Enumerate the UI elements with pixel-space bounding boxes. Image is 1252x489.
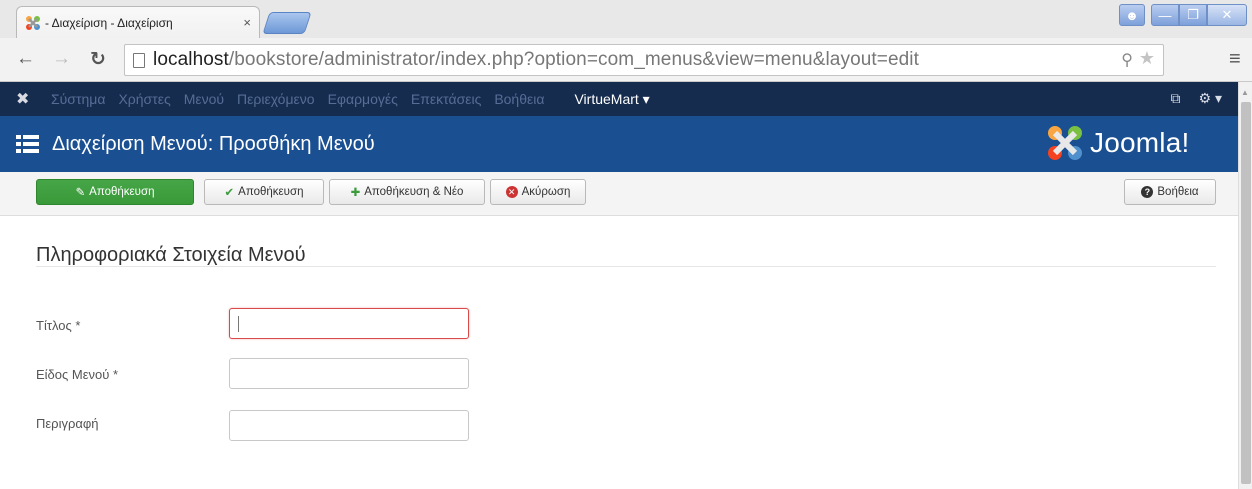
edit-icon: ✎ xyxy=(75,187,86,199)
new-tab-button[interactable] xyxy=(262,12,312,34)
description-input[interactable] xyxy=(229,410,469,441)
external-link-icon[interactable]: ⧉ xyxy=(1171,90,1181,107)
page-scrollbar[interactable]: ▲ xyxy=(1238,82,1252,489)
forward-arrow-icon[interactable]: → xyxy=(52,48,71,70)
title-input[interactable] xyxy=(229,308,469,339)
save-primary-button[interactable]: ✎ Αποθήκευση xyxy=(36,179,194,205)
page-icon xyxy=(133,52,145,68)
url-input[interactable]: localhost/bookstore/administrator/index.… xyxy=(124,44,1164,76)
question-circle-icon: ? xyxy=(1141,186,1154,198)
text-caret xyxy=(238,316,239,332)
save-button[interactable]: ✔ Αποθήκευση xyxy=(204,179,324,205)
description-label: Περιγραφή xyxy=(36,416,99,431)
scroll-up-icon[interactable]: ▲ xyxy=(1241,88,1249,97)
help-button[interactable]: ? Βοήθεια xyxy=(1124,179,1216,205)
page-header: Διαχείριση Μενού: Προσθήκη Μενού Joomla! xyxy=(0,116,1238,172)
browser-tab-bar: - Διαχείριση - Διαχείριση × ☻ — ❐ ✕ xyxy=(0,0,1252,38)
action-toolbar: ✎ Αποθήκευση ✔ Αποθήκευση ✚ Αποθήκευση &… xyxy=(0,172,1238,216)
menu-system[interactable]: Σύστημα xyxy=(51,91,105,107)
list-icon xyxy=(16,134,40,154)
reload-icon[interactable]: ↻ xyxy=(90,48,106,71)
menu-type-input[interactable] xyxy=(229,358,469,389)
user-profile-icon[interactable]: ☻ xyxy=(1119,4,1145,26)
tab-title: - Διαχείριση - Διαχείριση xyxy=(45,15,173,30)
settings-gear-icon[interactable]: ⚙ ▾ xyxy=(1199,90,1222,107)
joomla-brand-text: Joomla! xyxy=(1090,127,1190,158)
topnav-right-icons: ⧉ ⚙ ▾ xyxy=(1171,90,1222,107)
back-arrow-icon[interactable]: ← xyxy=(16,48,35,70)
menu-virtuemart[interactable]: VirtueMart ▾ xyxy=(574,91,649,108)
menu-components[interactable]: Εφαρμογές xyxy=(328,91,398,107)
admin-top-menu: ✖ Σύστημα Χρήστες Μενού Περιεχόμενο Εφαρ… xyxy=(0,82,1238,116)
checkmark-icon: ✔ xyxy=(224,187,235,199)
address-toolbar: ← → ↻ localhost/bookstore/administrator/… xyxy=(0,38,1252,82)
menu-menus[interactable]: Μενού xyxy=(184,91,224,107)
joomla-menu-logo-icon[interactable]: ✖ xyxy=(16,89,38,109)
main-content: Πληροφοριακά Στοιχεία Μενού Τίτλος * Είδ… xyxy=(0,216,1238,489)
menu-type-label: Είδος Μενού * xyxy=(36,367,119,382)
menu-help[interactable]: Βοήθεια xyxy=(494,91,544,107)
section-title: Πληροφοριακά Στοιχεία Μενού xyxy=(36,244,306,266)
menu-users[interactable]: Χρήστες xyxy=(118,91,170,107)
joomla-logo: Joomla! xyxy=(1046,124,1189,162)
joomla-logo-icon xyxy=(1048,126,1082,160)
save-and-new-button[interactable]: ✚ Αποθήκευση & Νέο xyxy=(329,179,485,205)
browser-menu-icon[interactable]: ≡ xyxy=(1229,48,1241,71)
minimize-button[interactable]: — xyxy=(1151,4,1179,26)
bookmark-star-icon[interactable]: ★ xyxy=(1139,48,1155,69)
joomla-favicon-icon xyxy=(25,15,41,31)
plus-icon: ✚ xyxy=(350,187,361,199)
scroll-thumb[interactable] xyxy=(1241,102,1251,484)
tab-close-icon[interactable]: × xyxy=(243,15,251,30)
browser-tab[interactable]: - Διαχείριση - Διαχείριση × xyxy=(16,6,260,38)
title-label: Τίτλος * xyxy=(36,318,81,333)
menu-content[interactable]: Περιεχόμενο xyxy=(237,91,315,107)
maximize-button[interactable]: ❐ xyxy=(1179,4,1207,26)
section-divider xyxy=(36,266,1216,267)
url-text: localhost/bookstore/administrator/index.… xyxy=(153,49,920,70)
close-window-button[interactable]: ✕ xyxy=(1207,4,1247,26)
page-title: Διαχείριση Μενού: Προσθήκη Μενού xyxy=(52,132,375,155)
search-icon[interactable]: ⚲ xyxy=(1121,50,1133,70)
cancel-circle-icon: ✕ xyxy=(505,186,518,198)
cancel-button[interactable]: ✕ Ακύρωση xyxy=(490,179,586,205)
menu-extensions[interactable]: Επεκτάσεις xyxy=(411,91,481,107)
